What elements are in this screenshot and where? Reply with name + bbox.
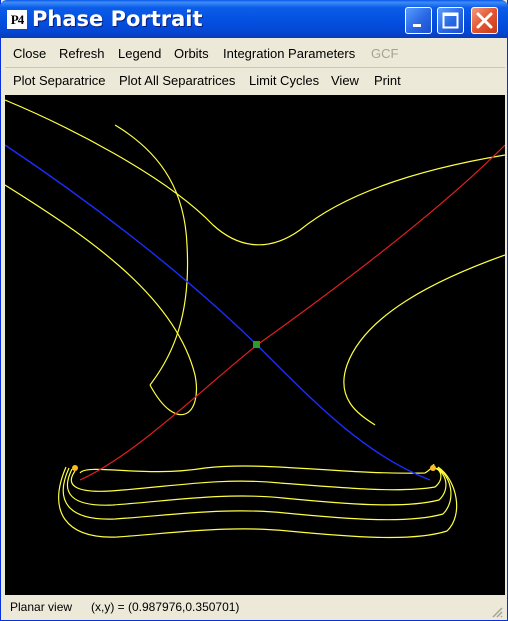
phase-portrait-plot — [5, 99, 505, 539]
menu-refresh[interactable]: Refresh — [59, 41, 105, 67]
menu-limit-cycles[interactable]: Limit Cycles — [249, 68, 319, 94]
saddle-point-marker — [253, 341, 260, 348]
phase-portrait-window: P4 Phase Portrait Close Refresh Legend O… — [0, 0, 508, 621]
menu-orbits[interactable]: Orbits — [174, 41, 209, 67]
orbit-top-cap — [5, 99, 505, 246]
menu-plot-all-separatrices[interactable]: Plot All Separatrices — [119, 68, 235, 94]
menu-legend[interactable]: Legend — [118, 41, 161, 67]
orbit-bottom-5 — [58, 466, 458, 539]
separatrix-stable — [5, 144, 431, 481]
resize-grip-icon[interactable] — [491, 606, 503, 618]
status-coordinates: (x,y) = (0.987976,0.350701) — [91, 600, 240, 614]
menu-view[interactable]: View — [331, 68, 359, 94]
app-icon: P4 — [7, 10, 27, 29]
phase-portrait-canvas[interactable] — [5, 95, 505, 595]
orbit-bottom-2 — [70, 467, 442, 492]
orbit-left-upper — [5, 184, 197, 416]
menu-gcf[interactable]: GCF — [371, 41, 398, 67]
maximize-icon — [442, 12, 459, 29]
focus-left-marker — [72, 465, 78, 471]
maximize-button[interactable] — [437, 7, 464, 34]
orbit-bottom-4 — [62, 467, 452, 521]
orbit-bottom-1 — [79, 464, 435, 474]
separatrix-unstable — [79, 144, 505, 481]
menu-close[interactable]: Close — [13, 41, 46, 67]
focus-right-marker — [430, 465, 436, 471]
title-bar[interactable]: P4 Phase Portrait — [0, 0, 508, 38]
close-icon — [476, 12, 493, 29]
orbit-right-upper — [343, 254, 505, 426]
minimize-icon — [413, 24, 421, 27]
menu-plot-separatrice[interactable]: Plot Separatrice — [13, 68, 106, 94]
minimize-button[interactable] — [405, 7, 432, 34]
status-bar: Planar view (x,y) = (0.987976,0.350701) — [5, 597, 505, 619]
status-view-mode: Planar view — [10, 600, 73, 614]
menu-print[interactable]: Print — [374, 68, 401, 94]
close-window-button[interactable] — [471, 7, 498, 34]
window-title: Phase Portrait — [32, 7, 203, 31]
orbit-left-lower — [114, 124, 189, 386]
menu-bar-row-1: Close Refresh Legend Orbits Integration … — [5, 41, 505, 68]
menu-integration-parameters[interactable]: Integration Parameters — [223, 41, 355, 67]
orbit-bottom-3 — [67, 467, 447, 506]
menu-bar-row-2: Plot Separatrice Plot All Separatrices L… — [5, 68, 505, 94]
